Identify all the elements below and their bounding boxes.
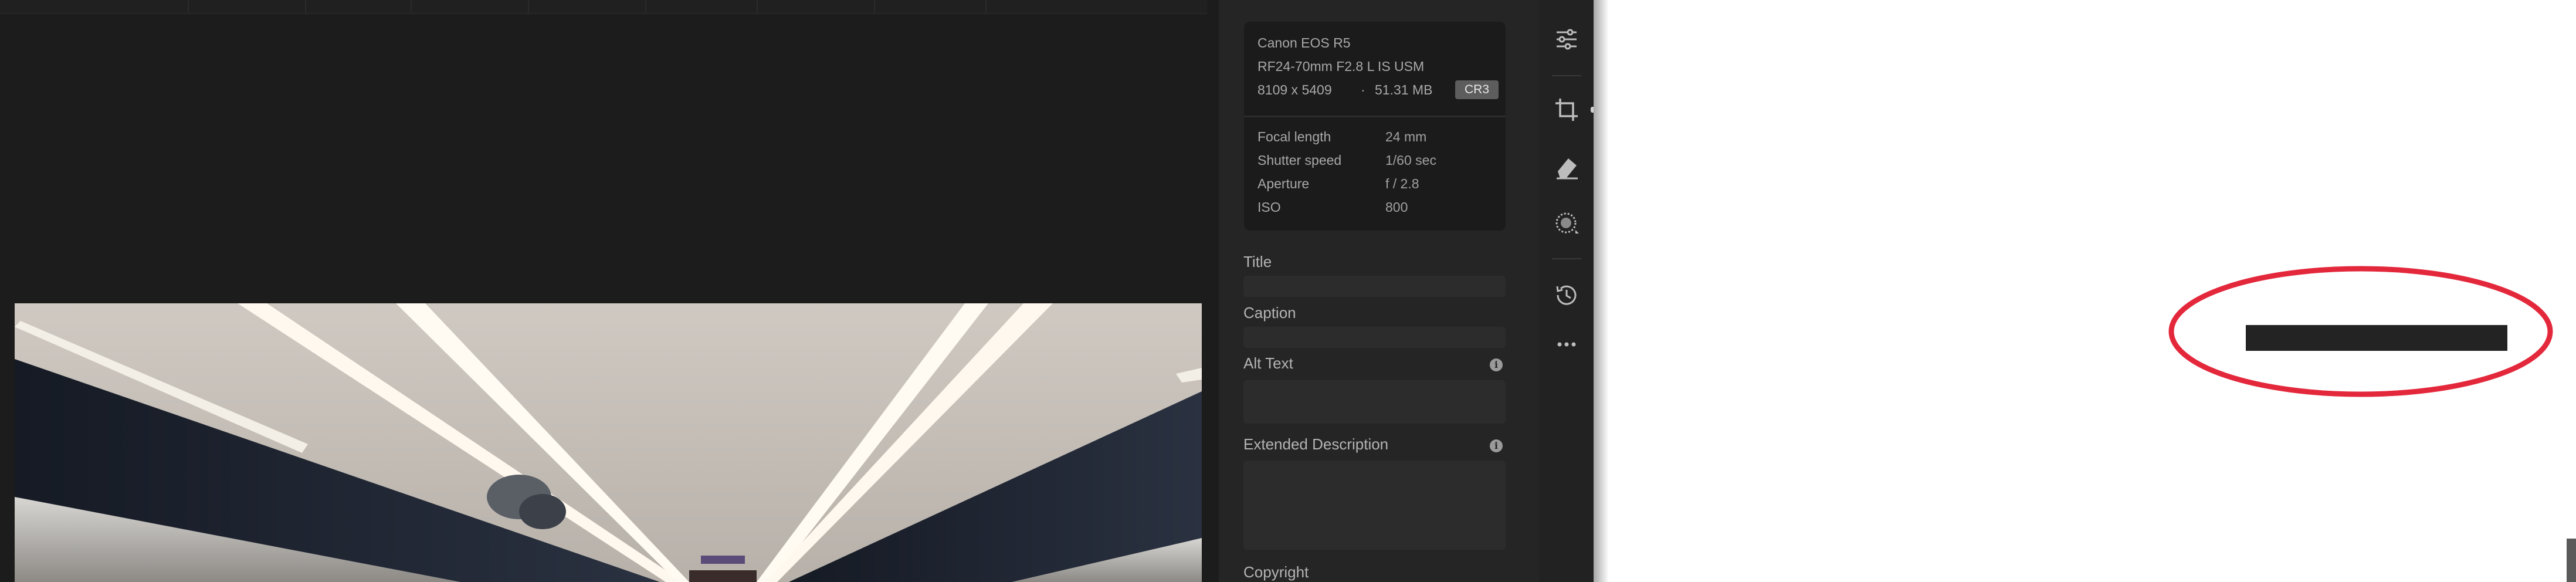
alt-text-info-icon[interactable]: i [1490,358,1503,371]
meta-separator: · [1361,82,1365,97]
exif-label: ISO [1258,199,1281,215]
info-panel: Canon EOS R5 RF24-70mm F2.8 L IS USM 810… [1219,0,1539,582]
more-icon[interactable] [1553,331,1580,358]
exif-label: Focal length [1258,129,1331,144]
masking-icon[interactable] [1553,210,1580,237]
exif-label: Aperture [1258,176,1310,191]
exif-value: f / 2.8 [1385,176,1419,191]
exif-value: 800 [1385,199,1408,215]
tool-rail [1539,0,1594,582]
file-type-badge: CR3 [1455,80,1499,99]
title-field[interactable] [1243,276,1506,297]
card-divider [1244,116,1506,117]
photo-editor-window: Canon EOS R5 RF24-70mm F2.8 L IS USM 810… [0,0,1594,582]
window-shadow [1594,0,1609,582]
crop-icon[interactable] [1553,96,1580,123]
lens-model: RF24-70mm F2.8 L IS USM [1258,59,1425,74]
copyright-label: Copyright [1243,563,1309,581]
title-label: Title [1243,253,1272,270]
filmstrip-strip [0,0,1207,14]
annotation-ellipse [2168,266,2553,397]
sliders-icon[interactable] [1553,26,1580,53]
camera-model: Canon EOS R5 [1258,35,1351,50]
extended-description-field[interactable] [1243,461,1506,550]
camera-info-card: Canon EOS R5 RF24-70mm F2.8 L IS USM 810… [1244,22,1506,231]
photo-preview[interactable] [15,303,1202,582]
page-scrollbar[interactable] [2567,539,2576,582]
rail-divider [1552,75,1581,76]
eraser-icon[interactable] [1553,154,1580,181]
alt-text-field[interactable] [1243,380,1506,424]
exif-value: 24 mm [1385,129,1427,144]
image-dimensions: 8109 x 5409 [1258,82,1332,97]
exif-label: Shutter speed [1258,153,1342,168]
exif-value: 1/60 sec [1385,153,1436,168]
extended-description-info-icon[interactable]: i [1490,439,1503,452]
history-icon[interactable] [1553,282,1580,309]
rail-divider [1552,258,1581,259]
extended-description-label: Extended Description [1243,435,1389,453]
caption-field[interactable] [1243,327,1506,348]
file-size: 51.31 MB [1375,82,1433,97]
caption-label: Caption [1243,304,1296,322]
alt-text-label: Alt Text [1243,354,1293,372]
